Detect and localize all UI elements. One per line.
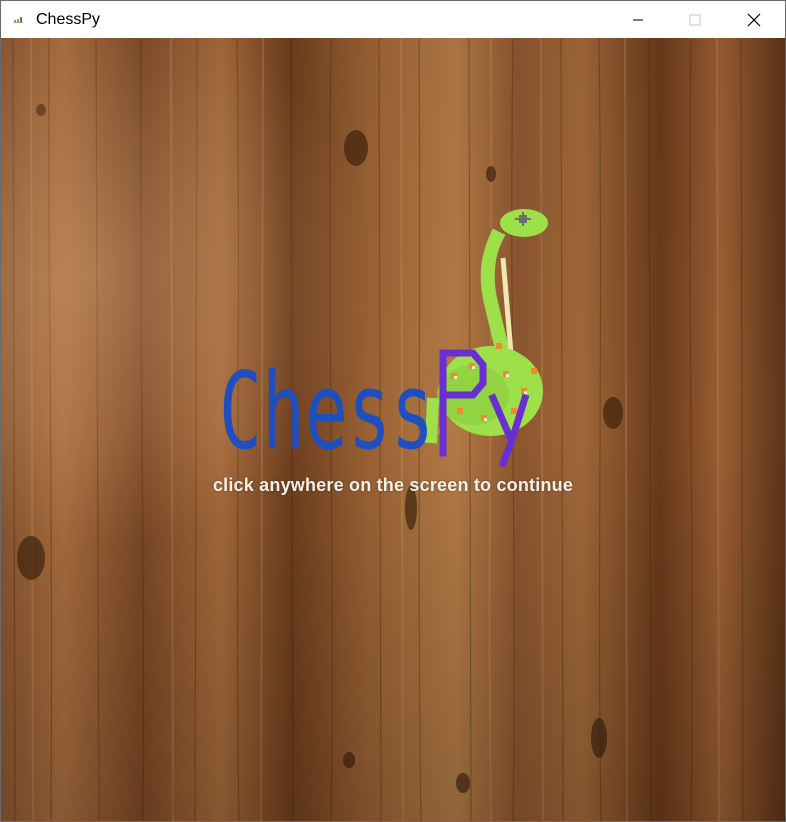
minimize-button[interactable] <box>615 1 661 38</box>
chesspy-logo: Chess <box>219 209 548 468</box>
logo-chess-text: Chess <box>219 350 434 468</box>
window-title: ChessPy <box>36 11 101 28</box>
continue-prompt: click anywhere on the screen to continue <box>212 475 574 495</box>
maximize-icon <box>689 14 701 25</box>
app-window: ChessPy Chess click anywhere on the scre… <box>0 0 786 822</box>
maximize-button[interactable] <box>672 1 718 38</box>
game-canvas[interactable]: Chess click anywhere on the screen to co… <box>1 38 785 821</box>
close-icon <box>747 13 761 26</box>
minimize-icon <box>633 19 643 20</box>
snake-mascot <box>425 209 548 444</box>
close-button[interactable] <box>731 1 777 38</box>
title-bar[interactable]: ChessPy <box>1 1 785 38</box>
chess-app-icon <box>14 17 23 23</box>
